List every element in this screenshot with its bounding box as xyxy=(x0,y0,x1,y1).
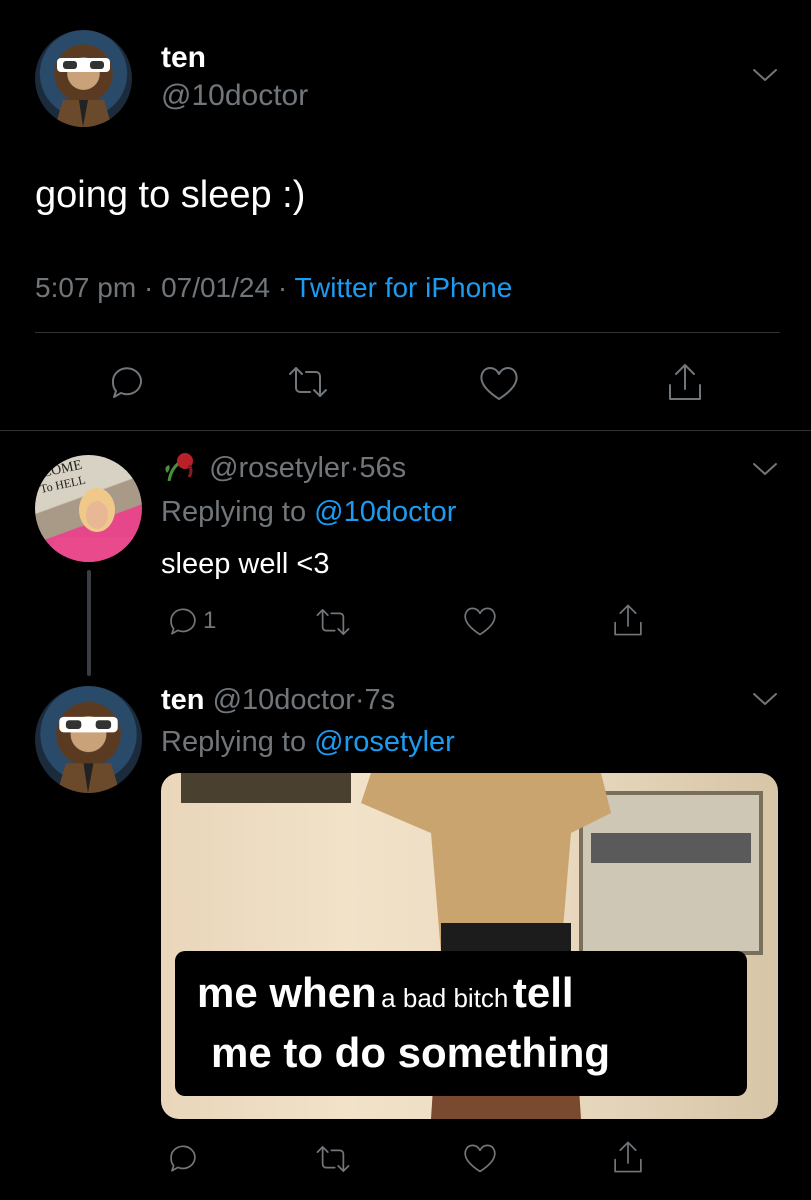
avatar-10doctor[interactable] xyxy=(35,686,142,793)
tweet-source-link[interactable]: Twitter for iPhone xyxy=(294,272,512,303)
replying-to-prefix: Replying to xyxy=(161,726,315,758)
reply-icon[interactable] xyxy=(166,604,200,638)
meme-line1-b: tell xyxy=(512,969,574,1016)
meme-line1-a: me when xyxy=(197,969,377,1016)
tweet-meta: 5:07 pm · 07/01/24 · Twitter for iPhone xyxy=(35,270,512,306)
reply-count: 1 xyxy=(203,607,217,634)
meta-separator: · xyxy=(354,684,365,716)
section-divider xyxy=(0,430,811,431)
like-heart-icon[interactable] xyxy=(462,605,498,637)
author-handle[interactable]: @10doctor xyxy=(161,78,308,114)
reply-display-name[interactable]: ten xyxy=(161,684,205,716)
avatar-10doctor[interactable] xyxy=(35,30,132,127)
retweet-icon[interactable] xyxy=(314,1143,352,1175)
reply-icon[interactable] xyxy=(107,362,147,402)
avatar-rosetyler[interactable]: COME To HELL xyxy=(35,455,142,562)
meta-separator: · xyxy=(277,272,288,303)
replying-to-line: Replying to @10doctor xyxy=(161,494,456,530)
replying-to-prefix: Replying to xyxy=(161,496,315,528)
meme-caption: me when a bad bitch tell me to do someth… xyxy=(175,951,747,1096)
retweet-icon[interactable] xyxy=(314,606,352,638)
tweet-date: 07/01/24 xyxy=(161,272,271,303)
reply-menu-chevron-icon[interactable] xyxy=(752,690,778,708)
reply-author-line: ten @10doctor·7s xyxy=(161,682,395,718)
share-icon[interactable] xyxy=(610,601,646,639)
wilted-rose-emoji-icon xyxy=(161,451,201,482)
reply-author-line: @rosetyler·56s xyxy=(161,450,406,486)
replying-to-line: Replying to @rosetyler xyxy=(161,724,455,760)
replying-to-link[interactable]: @rosetyler xyxy=(314,726,455,758)
retweet-icon[interactable] xyxy=(286,364,330,400)
meme-image[interactable]: me when a bad bitch tell me to do someth… xyxy=(161,773,778,1119)
thread-connector-line xyxy=(87,570,91,676)
tweet-menu-chevron-icon[interactable] xyxy=(752,66,778,84)
like-heart-icon[interactable] xyxy=(478,364,520,402)
reply-text: sleep well <3 xyxy=(161,548,330,580)
reply-icon[interactable] xyxy=(166,1141,200,1175)
divider xyxy=(35,332,780,333)
meta-separator: · xyxy=(349,452,360,484)
reply-handle[interactable]: @10doctor xyxy=(213,684,355,716)
replying-to-link[interactable]: @10doctor xyxy=(314,496,456,528)
meta-separator: · xyxy=(143,272,154,303)
tweet-time: 5:07 pm xyxy=(35,272,137,303)
reply-age: 7s xyxy=(364,684,396,716)
reply-menu-chevron-icon[interactable] xyxy=(752,460,778,478)
reply-age: 56s xyxy=(359,452,407,484)
tweet-text: going to sleep :) xyxy=(35,174,306,216)
share-icon[interactable] xyxy=(664,361,706,403)
author-display-name[interactable]: ten xyxy=(161,40,206,76)
share-icon[interactable] xyxy=(610,1138,646,1176)
meme-line2: me to do something xyxy=(211,1029,610,1076)
reply-handle[interactable]: @rosetyler xyxy=(209,452,350,484)
like-heart-icon[interactable] xyxy=(462,1142,498,1174)
meme-line1-small: a bad bitch xyxy=(381,983,509,1013)
